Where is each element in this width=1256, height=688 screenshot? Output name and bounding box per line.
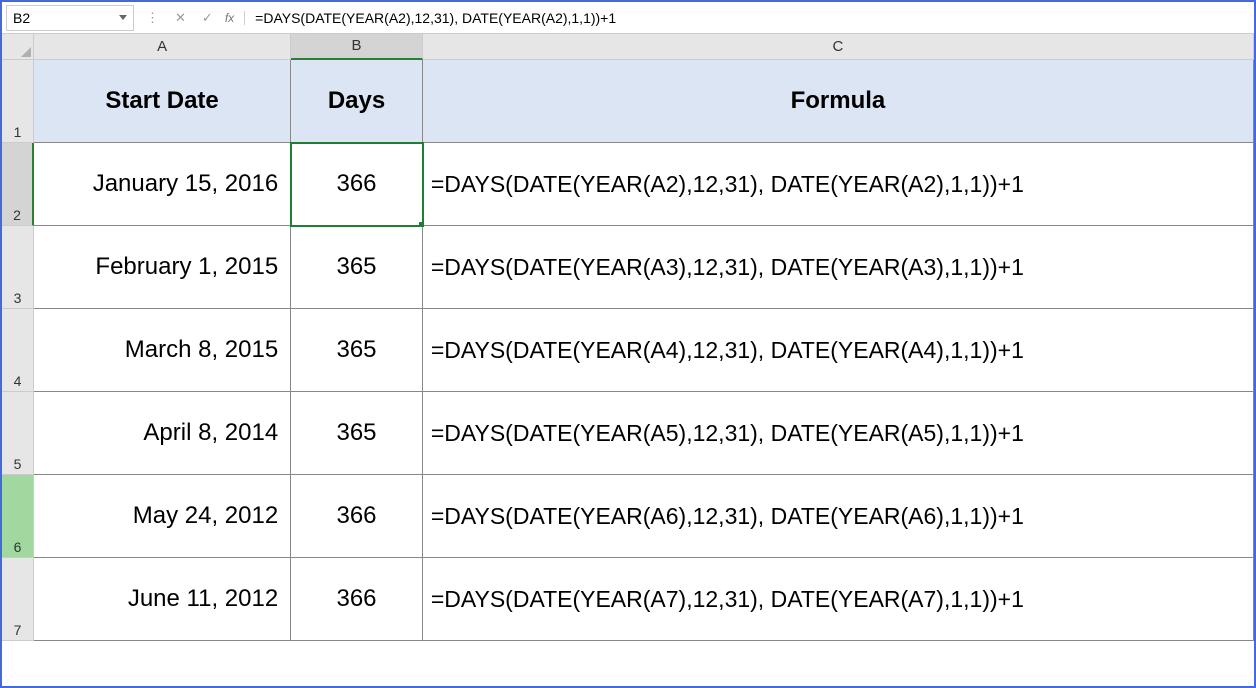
table-row: March 8, 2015 365 =DAYS(DATE(YEAR(A4),12… xyxy=(34,309,1254,392)
dots-icon: ⋮ xyxy=(146,10,159,26)
cell-A6[interactable]: May 24, 2012 xyxy=(34,475,291,558)
header-row: Start Date Days Formula xyxy=(34,60,1254,143)
table-row: January 15, 2016 366 =DAYS(DATE(YEAR(A2)… xyxy=(34,143,1254,226)
row-header-4[interactable]: 4 xyxy=(2,309,34,392)
formula-bar-icons: ⋮ ✕ ✓ xyxy=(138,10,221,26)
cell-B4[interactable]: 365 xyxy=(291,309,423,392)
column-headers: A B C xyxy=(34,34,1254,60)
select-all-corner[interactable] xyxy=(2,34,34,60)
cell-A2[interactable]: January 15, 2016 xyxy=(34,143,291,226)
cancel-icon[interactable]: ✕ xyxy=(175,10,186,26)
cell-C6[interactable]: =DAYS(DATE(YEAR(A6),12,31), DATE(YEAR(A6… xyxy=(423,475,1254,558)
cell-A4[interactable]: March 8, 2015 xyxy=(34,309,291,392)
row-header-6[interactable]: 6 xyxy=(2,475,34,558)
enter-icon[interactable]: ✓ xyxy=(202,10,213,26)
cell-B6[interactable]: 366 xyxy=(291,475,423,558)
formula-input[interactable] xyxy=(245,2,1254,33)
column-header-C[interactable]: C xyxy=(423,34,1254,60)
cell-A5[interactable]: April 8, 2014 xyxy=(34,392,291,475)
row-header-1[interactable]: 1 xyxy=(2,60,34,143)
table-row: February 1, 2015 365 =DAYS(DATE(YEAR(A3)… xyxy=(34,226,1254,309)
cell-C2[interactable]: =DAYS(DATE(YEAR(A2),12,31), DATE(YEAR(A2… xyxy=(423,143,1254,226)
cell-B2[interactable]: 366 xyxy=(291,143,423,226)
header-days[interactable]: Days xyxy=(291,60,423,143)
name-box[interactable]: B2 xyxy=(6,5,134,31)
cell-C3[interactable]: =DAYS(DATE(YEAR(A3),12,31), DATE(YEAR(A3… xyxy=(423,226,1254,309)
column-header-A[interactable]: A xyxy=(34,34,291,60)
table-row: May 24, 2012 366 =DAYS(DATE(YEAR(A6),12,… xyxy=(34,475,1254,558)
cell-C7[interactable]: =DAYS(DATE(YEAR(A7),12,31), DATE(YEAR(A7… xyxy=(423,558,1254,641)
cell-B3[interactable]: 365 xyxy=(291,226,423,309)
row-header-3[interactable]: 3 xyxy=(2,226,34,309)
chevron-down-icon[interactable] xyxy=(119,15,127,20)
row-header-5[interactable]: 5 xyxy=(2,392,34,475)
cell-C4[interactable]: =DAYS(DATE(YEAR(A4),12,31), DATE(YEAR(A4… xyxy=(423,309,1254,392)
column-header-B[interactable]: B xyxy=(291,34,423,60)
cell-A7[interactable]: June 11, 2012 xyxy=(34,558,291,641)
fx-label[interactable]: fx xyxy=(221,11,245,25)
table-row: June 11, 2012 366 =DAYS(DATE(YEAR(A7),12… xyxy=(34,558,1254,641)
name-box-text: B2 xyxy=(13,10,119,26)
row-headers: 1 2 3 4 5 6 7 xyxy=(2,60,34,641)
row-header-7[interactable]: 7 xyxy=(2,558,34,641)
cell-B7[interactable]: 366 xyxy=(291,558,423,641)
cell-C5[interactable]: =DAYS(DATE(YEAR(A5),12,31), DATE(YEAR(A5… xyxy=(423,392,1254,475)
header-start-date[interactable]: Start Date xyxy=(34,60,291,143)
cell-A3[interactable]: February 1, 2015 xyxy=(34,226,291,309)
table-row: April 8, 2014 365 =DAYS(DATE(YEAR(A5),12… xyxy=(34,392,1254,475)
row-header-2[interactable]: 2 xyxy=(2,143,34,226)
cells-area: Start Date Days Formula January 15, 2016… xyxy=(34,60,1254,641)
cell-B5[interactable]: 365 xyxy=(291,392,423,475)
spreadsheet-grid: A B C 1 2 3 4 5 6 7 Start Date Days Form… xyxy=(2,34,1254,641)
header-formula[interactable]: Formula xyxy=(423,60,1254,143)
formula-bar: B2 ⋮ ✕ ✓ fx xyxy=(2,2,1254,34)
